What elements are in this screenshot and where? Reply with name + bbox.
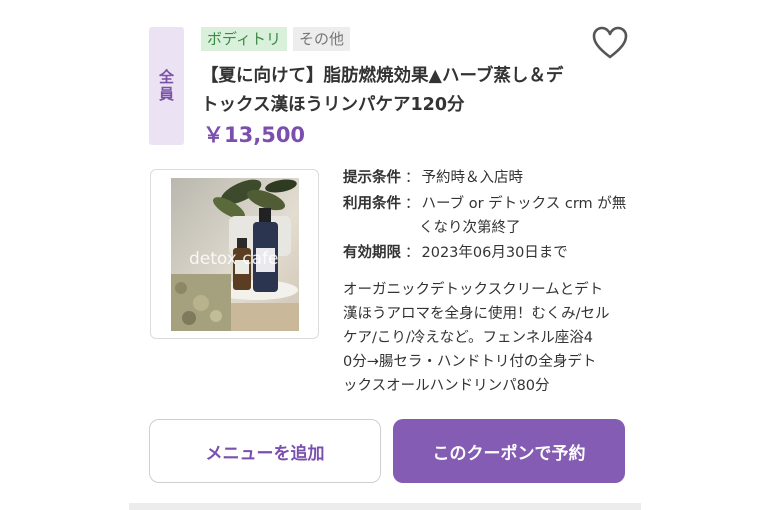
description-line: ックスオールハンドリンパ80分 (343, 378, 550, 394)
condition-usage-continued: くなり次第終了 (419, 216, 521, 240)
condition-value: 予約時＆入店時 (421, 170, 524, 186)
condition-separator: ： (405, 170, 420, 186)
reserve-with-coupon-button[interactable]: このクーポンで予約 (393, 419, 625, 483)
condition-usage: 利用条件：ハーブ or デトックス crm が無 (343, 192, 626, 216)
condition-separator: ： (405, 245, 420, 261)
condition-value: 2023年06月30日まで (421, 245, 568, 261)
condition-value-continued: くなり次第終了 (419, 220, 521, 236)
aroma-bottles-illustration: detox cafe (171, 178, 299, 331)
coupon-title-line2: トックス漢ほうリンパケア120分 (201, 95, 465, 115)
description-line: 漢ほうアロマを全身に使用！むくみ/セル (343, 306, 610, 322)
category-tag-other: その他 (293, 27, 351, 51)
target-badge: 全員 (149, 27, 184, 145)
coupon-title: 【夏に向けて】脂肪燃焼効果▲ハーブ蒸し＆デ トックス漢ほうリンパケア120分 (201, 62, 591, 120)
category-tag-body: ボディトリ (201, 27, 287, 51)
coupon-description: オーガニックデトックスクリームとデト 漢ほうアロマを全身に使用！むくみ/セル ケ… (343, 278, 628, 398)
coupon-photo: detox cafe (171, 178, 299, 331)
bottom-divider (129, 503, 641, 510)
add-menu-button[interactable]: メニューを追加 (149, 419, 381, 483)
image-overlay-text: detox cafe (189, 249, 278, 269)
description-line: オーガニックデトックスクリームとデト (343, 282, 604, 298)
description-line: ケア/こり/冷えなど。フェンネル座浴4 (343, 330, 593, 346)
coupon-price: ￥13,500 (203, 123, 306, 147)
description-line: 0分→腸セラ・ハンドトリ付の全身デト (343, 354, 597, 370)
coupon-image-frame: detox cafe (150, 169, 319, 339)
condition-presentation: 提示条件：予約時＆入店時 (343, 166, 523, 190)
condition-value: ハーブ or デトックス crm が無 (421, 196, 627, 212)
condition-expiry: 有効期限： 2023年06月30日まで (343, 241, 568, 265)
heart-outline-icon[interactable] (592, 26, 628, 60)
condition-separator: ： (405, 196, 420, 212)
coupon-title-line1: 【夏に向けて】脂肪燃焼効果▲ハーブ蒸し＆デ (201, 66, 564, 86)
